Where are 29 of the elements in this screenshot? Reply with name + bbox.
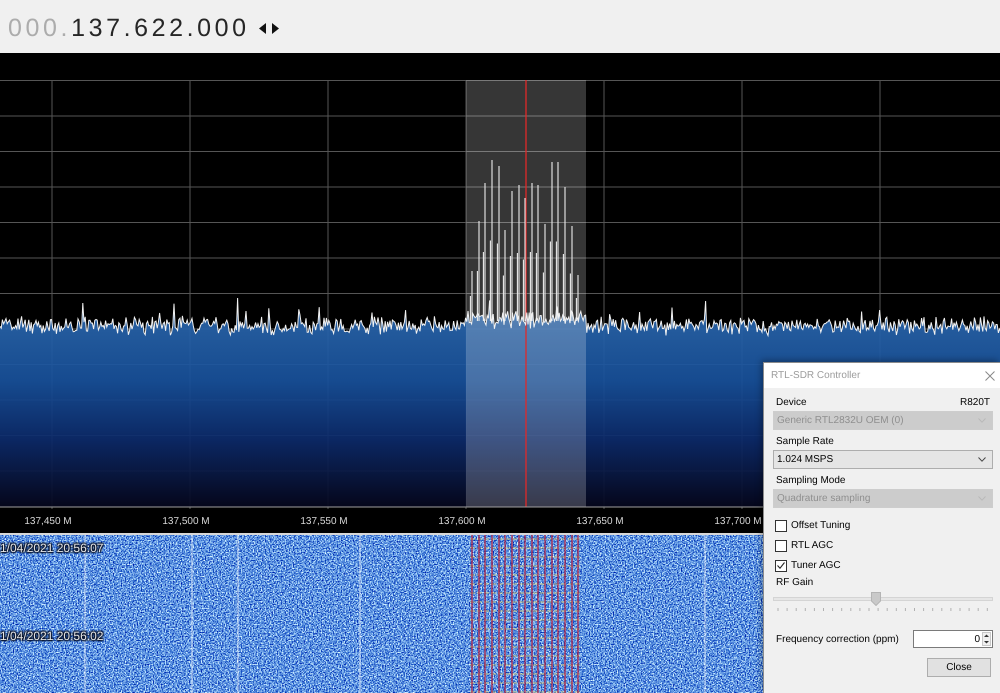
frequency-axis-label: 137,450 M: [24, 516, 72, 526]
frequency-leading-digits: 000.: [8, 13, 72, 43]
slider-label: RF Gain: [776, 576, 814, 588]
spin-arrows-icon[interactable]: [982, 632, 991, 646]
dialog-title: RTL-SDR Controller: [771, 370, 860, 381]
checkbox[interactable]: [775, 560, 787, 572]
field-label: Device: [776, 396, 807, 408]
frequency-readout: 137.622.000: [71, 13, 250, 43]
frequency-axis-label: 137,600 M: [438, 516, 486, 526]
field-label: Frequency correction (ppm): [776, 634, 899, 644]
frequency-axis-label: 137,700 M: [714, 516, 762, 526]
tuner-name: R820T: [960, 396, 990, 408]
number-spin-box[interactable]: 0: [913, 630, 993, 648]
frequency-axis-label: 137,500 M: [162, 516, 210, 526]
checkbox-label[interactable]: Offset Tuning: [791, 520, 850, 531]
frequency-axis-label: 137,650 M: [576, 516, 624, 526]
checkmark-icon: [777, 562, 785, 569]
checkbox-label[interactable]: Tuner AGC: [791, 560, 841, 571]
field-label: Sampling Mode: [776, 474, 846, 486]
close-button[interactable]: Close: [927, 658, 991, 677]
checkbox-label[interactable]: RTL AGC: [791, 540, 834, 551]
checkbox[interactable]: [775, 520, 787, 532]
close-icon[interactable]: [985, 370, 995, 380]
dropdown[interactable]: 1.024 MSPS: [773, 450, 993, 469]
chevron-down-icon: [978, 457, 986, 462]
checkbox[interactable]: [775, 540, 787, 552]
left-right-arrows-icon[interactable]: [258, 22, 279, 34]
frequency-axis-label: 137,550 M: [300, 516, 348, 526]
field-label: Sample Rate: [776, 436, 834, 446]
